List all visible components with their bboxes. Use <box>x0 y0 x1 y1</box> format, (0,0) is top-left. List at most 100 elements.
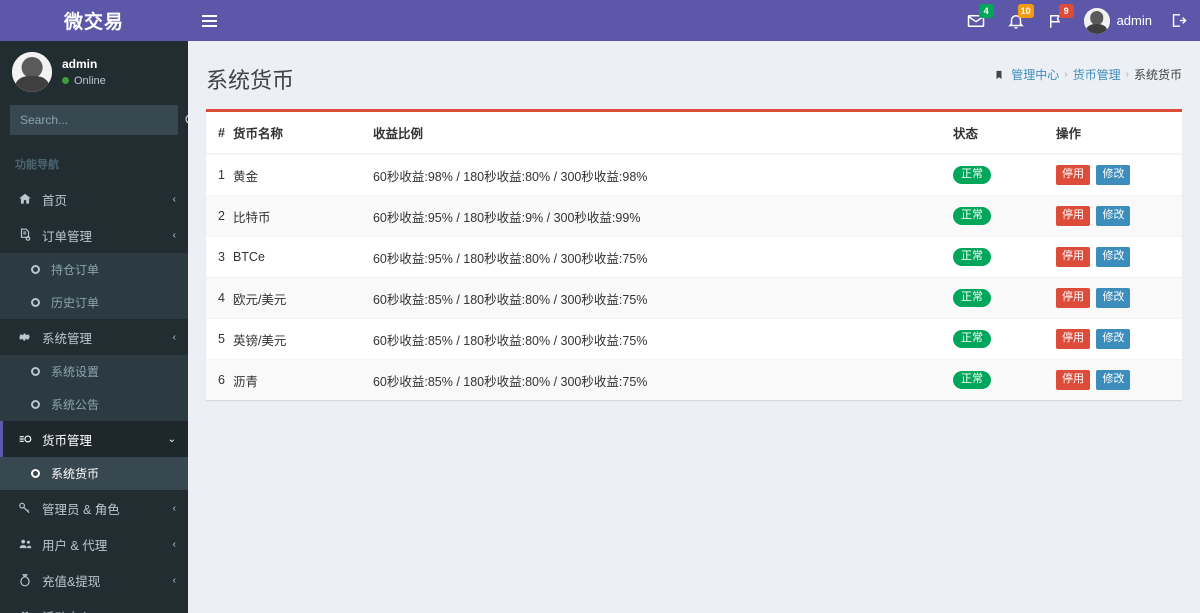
sidebar-item-system-management[interactable]: 系统管理 ‹ <box>0 319 188 355</box>
disable-button[interactable]: 停用 <box>1056 288 1090 308</box>
disable-button[interactable]: 停用 <box>1056 165 1090 185</box>
sidebar-item-order-management[interactable]: 订单管理 ‹ <box>0 217 188 253</box>
table-row: 6 沥青 60秒收益:85% / 180秒收益:80% / 300秒收益:75%… <box>206 359 1182 400</box>
currency-table-box: # 货币名称 收益比例 状态 操作 1 黄金 60秒收益:98% / 180秒收… <box>206 109 1182 400</box>
logout-icon[interactable] <box>1162 0 1194 41</box>
cell-index: 6 <box>206 359 233 400</box>
sidebar-item-home[interactable]: 首页 ‹ <box>0 181 188 217</box>
sidebar-item-system-announcement[interactable]: 系统公告 <box>0 388 188 421</box>
breadcrumb-separator: › <box>1125 69 1129 80</box>
avatar <box>12 51 52 92</box>
cell-name: BTCe <box>232 236 373 278</box>
sidebar-item-label: 历史订单 <box>51 296 100 310</box>
disable-button[interactable]: 停用 <box>1056 370 1090 390</box>
disable-button[interactable]: 停用 <box>1056 247 1090 267</box>
column-header-ratio: 收益比例 <box>372 112 953 155</box>
app-root: 微交易 4 10 9 admin admin Online Search... … <box>0 0 1200 613</box>
sidebar-user-name: admin <box>62 56 98 71</box>
sidebar-item-history-orders[interactable]: 历史订单 <box>0 286 188 319</box>
cell-status: 正常 <box>953 359 1056 400</box>
money-icon <box>17 573 33 587</box>
edit-button[interactable]: 修改 <box>1096 288 1131 308</box>
cell-name: 欧元/美元 <box>232 277 373 319</box>
hamburger-line <box>201 14 217 17</box>
sidebar-item-label: 货币管理 <box>42 433 93 448</box>
sidebar-item-system-settings[interactable]: 系统设置 <box>0 355 188 388</box>
circle-icon <box>29 469 42 478</box>
status-badge: 正常 <box>953 289 991 307</box>
sidebar-item-label: 管理员 & 角色 <box>42 502 120 517</box>
sidebar-item-label: 持仓订单 <box>51 263 100 277</box>
messages-icon[interactable]: 4 <box>956 0 996 41</box>
table-body: 1 黄金 60秒收益:98% / 180秒收益:80% / 300秒收益:98%… <box>206 153 1182 400</box>
app-logo[interactable]: 微交易 <box>0 0 188 41</box>
gift-icon <box>17 609 33 613</box>
breadcrumb-item-2: 系统货币 <box>1133 68 1182 82</box>
sidebar-item-currency-management[interactable]: 货币管理 ⌄ <box>0 421 188 457</box>
sidebar: admin Online 功能导航 <box>0 41 188 613</box>
circle-icon <box>29 265 42 274</box>
chevron-left-icon: ‹ <box>172 193 176 205</box>
breadcrumb: 管理中心 › 货币管理 › 系统货币 <box>994 66 1182 83</box>
breadcrumb-item-0[interactable]: 管理中心 <box>1011 66 1059 83</box>
cell-action: 停用 修改 <box>1056 318 1182 360</box>
search-input[interactable] <box>11 113 184 127</box>
sidebar-item-label: 订单管理 <box>42 229 93 244</box>
sidebar-item-label: 系统公告 <box>51 398 100 412</box>
hamburger-line <box>201 24 217 27</box>
table-row: 5 英镑/美元 60秒收益:85% / 180秒收益:80% / 300秒收益:… <box>206 318 1182 360</box>
cell-name: 沥青 <box>232 359 373 400</box>
sidebar-item-system-currency[interactable]: 系统货币 <box>0 457 188 490</box>
sidebar-item-deposit-withdraw[interactable]: 充值&提现 ‹ <box>0 562 188 598</box>
sidebar-search <box>0 102 188 145</box>
sidebar-menu-header: 功能导航 <box>15 159 59 171</box>
cell-ratio: 60秒收益:95% / 180秒收益:80% / 300秒收益:75% <box>372 236 953 278</box>
disable-button[interactable]: 停用 <box>1056 206 1090 226</box>
cell-ratio: 60秒收益:85% / 180秒收益:80% / 300秒收益:75% <box>372 277 953 319</box>
online-status-icon <box>62 77 69 84</box>
submenu-system-management: 系统设置 系统公告 <box>0 355 188 421</box>
notifications-badge: 10 <box>1017 4 1034 18</box>
gear-icon <box>17 330 33 344</box>
edit-button[interactable]: 修改 <box>1096 165 1131 185</box>
sidebar-item-label: 活动中心 <box>42 607 164 613</box>
sidebar-user-panel[interactable]: admin Online <box>0 41 188 102</box>
table-row: 4 欧元/美元 60秒收益:85% / 180秒收益:80% / 300秒收益:… <box>206 277 1182 319</box>
sidebar-user-status: Online <box>62 75 106 87</box>
navbar-user-name: admin <box>1116 13 1152 28</box>
disable-button[interactable]: 停用 <box>1056 329 1090 349</box>
sidebar-item-users-agents[interactable]: 用户 & 代理 ‹ <box>0 526 188 562</box>
order-icon <box>17 228 33 242</box>
search-box[interactable] <box>10 105 188 135</box>
breadcrumb-separator: › <box>1064 69 1068 80</box>
cell-index: 4 <box>206 277 233 319</box>
sidebar-item-activity-center[interactable]: 活动中心 ‹ <box>0 598 188 613</box>
sidebar-item-label: 充值&提现 <box>42 574 101 589</box>
home-icon <box>17 192 33 206</box>
edit-button[interactable]: 修改 <box>1096 370 1131 390</box>
edit-button[interactable]: 修改 <box>1096 329 1131 349</box>
cell-ratio: 60秒收益:85% / 180秒收益:80% / 300秒收益:75% <box>372 359 953 400</box>
status-badge: 正常 <box>953 330 991 348</box>
sidebar-item-label: 首页 <box>42 193 68 208</box>
sidebar-toggle-button[interactable] <box>188 0 230 41</box>
sidebar-item-admin-roles[interactable]: 管理员 & 角色 ‹ <box>0 490 188 526</box>
breadcrumb-item-1[interactable]: 货币管理 <box>1073 66 1121 83</box>
currency-table: # 货币名称 收益比例 状态 操作 1 黄金 60秒收益:98% / 180秒收… <box>206 112 1182 400</box>
chevron-left-icon: ‹ <box>172 574 176 586</box>
tasks-icon[interactable]: 9 <box>1036 0 1076 41</box>
cell-ratio: 60秒收益:85% / 180秒收益:80% / 300秒收益:75% <box>372 318 953 360</box>
cell-name: 比特币 <box>232 195 373 237</box>
circle-icon <box>29 298 42 307</box>
user-menu-button[interactable]: admin <box>1076 0 1162 41</box>
notifications-icon[interactable]: 10 <box>996 0 1036 41</box>
sidebar-item-open-orders[interactable]: 持仓订单 <box>0 253 188 286</box>
table-head: # 货币名称 收益比例 状态 操作 <box>206 112 1182 155</box>
edit-button[interactable]: 修改 <box>1096 206 1131 226</box>
edit-button[interactable]: 修改 <box>1096 247 1131 267</box>
currency-icon <box>17 432 33 446</box>
status-badge: 正常 <box>953 248 991 266</box>
chevron-left-icon: ‹ <box>172 502 176 514</box>
table-header-row: # 货币名称 收益比例 状态 操作 <box>206 112 1182 155</box>
avatar <box>1083 7 1110 34</box>
